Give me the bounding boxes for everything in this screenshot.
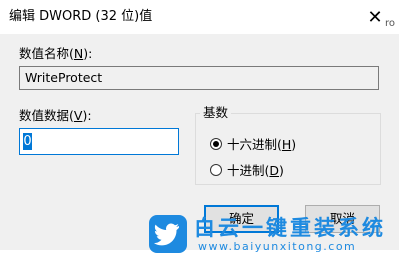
radio-decimal[interactable]: 十进制(D) (210, 160, 284, 179)
radio-hexadecimal[interactable]: 十六进制(H) (210, 134, 296, 153)
title-bar[interactable]: 编辑 DWORD (32 位)值 ro ✕ (0, 0, 399, 34)
radio-dec-label: 十进制(D) (227, 163, 284, 178)
close-icon: ✕ (367, 6, 383, 28)
value-data-text: 0 (23, 133, 32, 150)
radio-hex-label: 十六进制(H) (227, 137, 297, 152)
radio-selected-icon (210, 137, 222, 150)
value-data-label: 数值数据(V): (19, 108, 92, 123)
radio-unselected-icon (210, 163, 222, 176)
value-data-input[interactable]: 0 (19, 128, 179, 155)
close-button[interactable]: ✕ (351, 0, 399, 34)
base-group-title: 基数 (200, 105, 232, 121)
value-name-label: 数值名称(N): (19, 46, 93, 61)
value-name-field: WriteProtect (19, 66, 379, 90)
watermark: 白云一键重装系统 www.baiyunxitong.com (148, 210, 393, 256)
edit-dword-dialog: 编辑 DWORD (32 位)值 ro ✕ 数值名称(N): WriteProt… (0, 0, 399, 258)
twitter-bird-icon (149, 215, 187, 253)
watermark-title: 白云一键重装系统 (194, 216, 386, 240)
value-name-text: WriteProtect (25, 70, 103, 85)
dialog-title: 编辑 DWORD (32 位)值 (9, 9, 153, 24)
watermark-url: www.baiyunxitong.com (198, 240, 357, 253)
